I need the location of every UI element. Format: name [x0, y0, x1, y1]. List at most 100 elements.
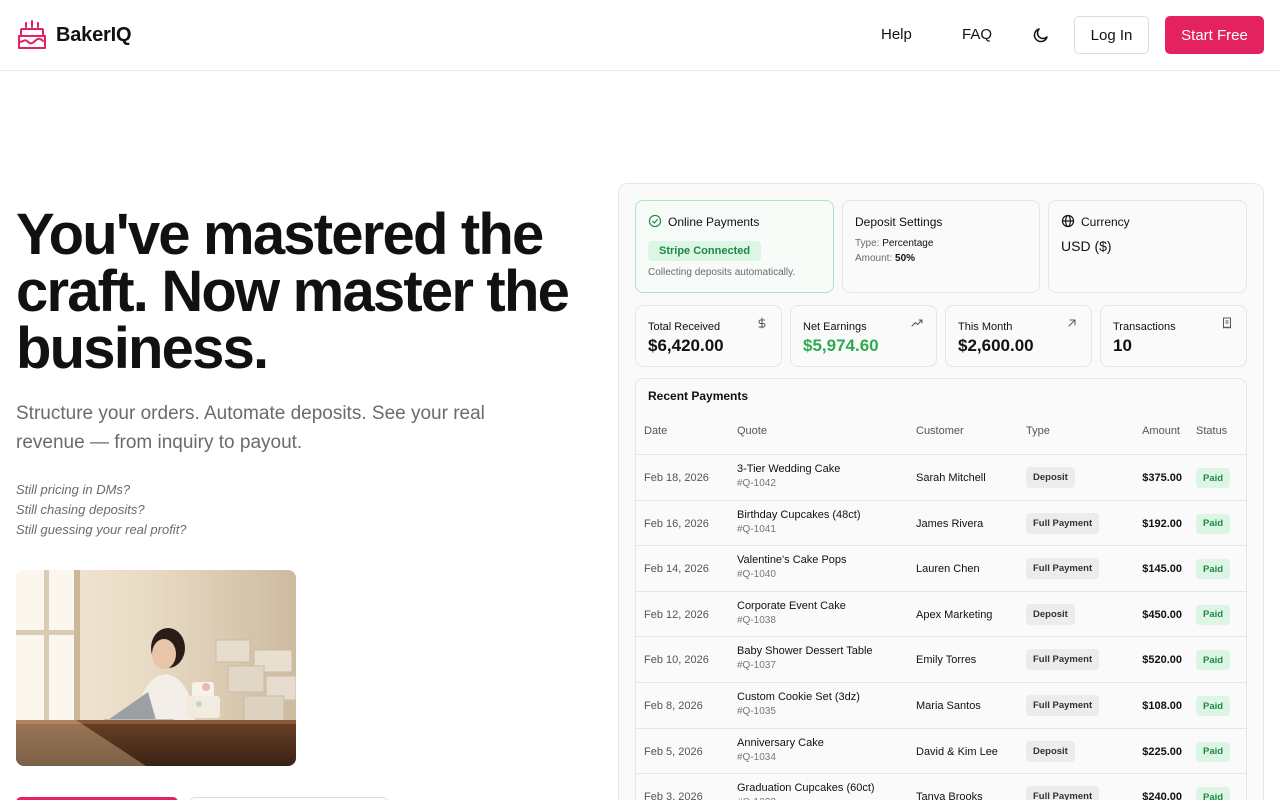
deposit-type-label: Type: [855, 238, 880, 249]
row-amount: $450.00 [1142, 608, 1182, 621]
row-customer: Tanya Brooks [916, 791, 983, 800]
quote-id: #Q-1041 [737, 523, 776, 535]
question-line: Still chasing deposits? [16, 502, 145, 517]
row-customer: David & Kim Lee [916, 745, 998, 758]
column-header-amount[interactable]: Amount [1142, 425, 1180, 437]
row-quote: 3-Tier Wedding Cake #Q-1042 [737, 463, 840, 489]
dashboard-preview: Online Payments Stripe Connected Collect… [618, 183, 1264, 800]
quote-id: #Q-1038 [737, 614, 776, 626]
stat-value: $6,420.00 [648, 336, 724, 355]
payment-type-badge: Full Payment [1026, 695, 1100, 716]
row-date: Feb 5, 2026 [644, 745, 703, 758]
column-header-type[interactable]: Type [1026, 425, 1050, 437]
arrow-up-right-icon [1065, 316, 1079, 330]
question-line: Still pricing in DMs? [16, 482, 131, 497]
receipt-icon [1220, 316, 1234, 330]
online-payments-card: Online Payments Stripe Connected Collect… [635, 200, 834, 293]
row-customer: James Rivera [916, 517, 984, 530]
row-amount: $520.00 [1142, 654, 1182, 667]
hero-title: You've mastered the craft. Now master th… [16, 202, 570, 381]
stat-net-earnings: Net Earnings $5,974.60 [790, 305, 937, 367]
column-header-customer[interactable]: Customer [916, 425, 964, 437]
status-badge: Paid [1196, 696, 1231, 716]
quote-id: #Q-1035 [737, 706, 776, 717]
column-header-status[interactable]: Status [1196, 425, 1227, 437]
nav-faq[interactable]: FAQ [962, 26, 992, 43]
table-row[interactable]: Feb 16, 2026 Birthday Cupcakes (48ct) #Q-1… [636, 501, 1246, 547]
stat-value: 10 [1113, 336, 1132, 355]
quote-name: Valentine's Cake Pops [737, 554, 847, 567]
row-amount: $108.00 [1142, 700, 1182, 712]
deposit-amount-line: Amount: 50% [855, 253, 915, 264]
payment-type-badge: Full Payment [1026, 649, 1100, 671]
deposit-type-value: Percentage [882, 238, 934, 249]
theme-toggle-button[interactable] [1026, 20, 1056, 50]
hero-photo-baker [16, 570, 296, 766]
column-header-date[interactable]: Date [644, 425, 667, 437]
table-row[interactable]: Feb 18, 2026 3-Tier Wedding Cake #Q-1042 Sa… [636, 455, 1246, 501]
status-badge: Paid [1196, 468, 1231, 488]
payment-type-badge: Deposit [1026, 467, 1075, 488]
deposit-settings-card: Deposit Settings Type: Percentage Amount… [842, 200, 1040, 293]
recent-payments-table: Recent Payments Date Quote Customer Type… [635, 378, 1247, 800]
online-payments-note: Collecting deposits automatically. [648, 267, 796, 278]
trending-up-icon [910, 316, 924, 330]
nav-help[interactable]: Help [881, 26, 912, 43]
row-quote: Baby Shower Dessert Table #Q-1037 [737, 645, 873, 671]
status-badge: Paid [1196, 741, 1231, 762]
stripe-connected-badge: Stripe Connected [648, 241, 762, 261]
column-header-quote[interactable]: Quote [737, 425, 767, 437]
hero-questions: Still pricing in DMs? Still chasing depo… [16, 480, 187, 540]
quote-id: #Q-1042 [737, 478, 776, 489]
deposit-settings-title: Deposit Settings [855, 215, 943, 229]
deposit-type-line: Type: Percentage [855, 238, 933, 249]
start-free-button[interactable]: Start Free [1165, 16, 1264, 54]
status-badge: Paid [1196, 787, 1231, 800]
status-badge: Paid [1196, 559, 1231, 580]
quote-name: 3-Tier Wedding Cake [737, 463, 841, 475]
stat-transactions: Transactions 10 [1100, 305, 1247, 367]
payment-type-badge: Full Payment [1026, 558, 1100, 580]
table-row[interactable]: Feb 8, 2026 Custom Cookie Set (3dz) #Q-103… [636, 683, 1246, 729]
table-row[interactable]: Feb 14, 2026 Valentine's Cake Pops #Q-1040… [636, 546, 1246, 592]
row-amount: $375.00 [1142, 472, 1182, 484]
cake-icon [18, 20, 46, 49]
row-date: Feb 16, 2026 [644, 517, 709, 530]
globe-icon [1061, 214, 1075, 228]
payment-type-badge: Full Payment [1026, 786, 1100, 800]
table-row[interactable]: Feb 12, 2026 Corporate Event Cake #Q-1038 A… [636, 592, 1246, 638]
row-quote: Birthday Cupcakes (48ct) #Q-1041 [737, 509, 861, 535]
row-quote: Anniversary Cake #Q-1034 [737, 737, 824, 763]
quote-name: Graduation Cupcakes (60ct) [737, 782, 875, 795]
payment-type-badge: Full Payment [1026, 512, 1100, 534]
row-customer: Maria Santos [916, 700, 981, 712]
row-date: Feb 3, 2026 [644, 791, 703, 800]
stat-this-month: This Month $2,600.00 [945, 305, 1092, 367]
row-amount: $145.00 [1142, 563, 1182, 576]
brand-logo[interactable]: BakerIQ [16, 20, 132, 50]
row-quote: Corporate Event Cake #Q-1038 [737, 600, 846, 626]
row-quote: Graduation Cupcakes (60ct)#Q-1033 [737, 782, 875, 800]
stat-label: Total Received [648, 321, 721, 333]
table-row[interactable]: Feb 10, 2026 Baby Shower Dessert Table #Q-… [636, 637, 1246, 683]
row-date: Feb 18, 2026 [644, 472, 709, 484]
quote-name: Baby Shower Dessert Table [737, 645, 873, 658]
stat-label: Net Earnings [803, 321, 867, 333]
row-customer: Sarah Mitchell [916, 472, 986, 484]
currency-card: Currency USD ($) [1048, 200, 1247, 293]
stat-value: $2,600.00 [958, 336, 1034, 355]
quote-id: #Q-1040 [737, 569, 776, 581]
table-row[interactable]: Feb 3, 2026 Graduation Cupcakes (60ct)#Q-… [636, 774, 1246, 800]
online-payments-title: Online Payments [668, 215, 760, 229]
quote-name: Corporate Event Cake [737, 599, 846, 612]
table-row[interactable]: Feb 5, 2026 Anniversary Cake #Q-1034 David … [636, 729, 1246, 775]
login-button[interactable]: Log In [1074, 16, 1149, 54]
currency-value: USD ($) [1061, 238, 1112, 254]
row-amount: $192.00 [1142, 517, 1182, 530]
status-badge: Paid [1196, 513, 1231, 534]
row-customer: Emily Torres [916, 654, 977, 667]
row-amount: $225.00 [1142, 745, 1182, 758]
question-line: Still guessing your real profit? [16, 522, 187, 537]
row-customer: Apex Marketing [916, 608, 993, 621]
payment-type-badge: Deposit [1026, 740, 1075, 762]
